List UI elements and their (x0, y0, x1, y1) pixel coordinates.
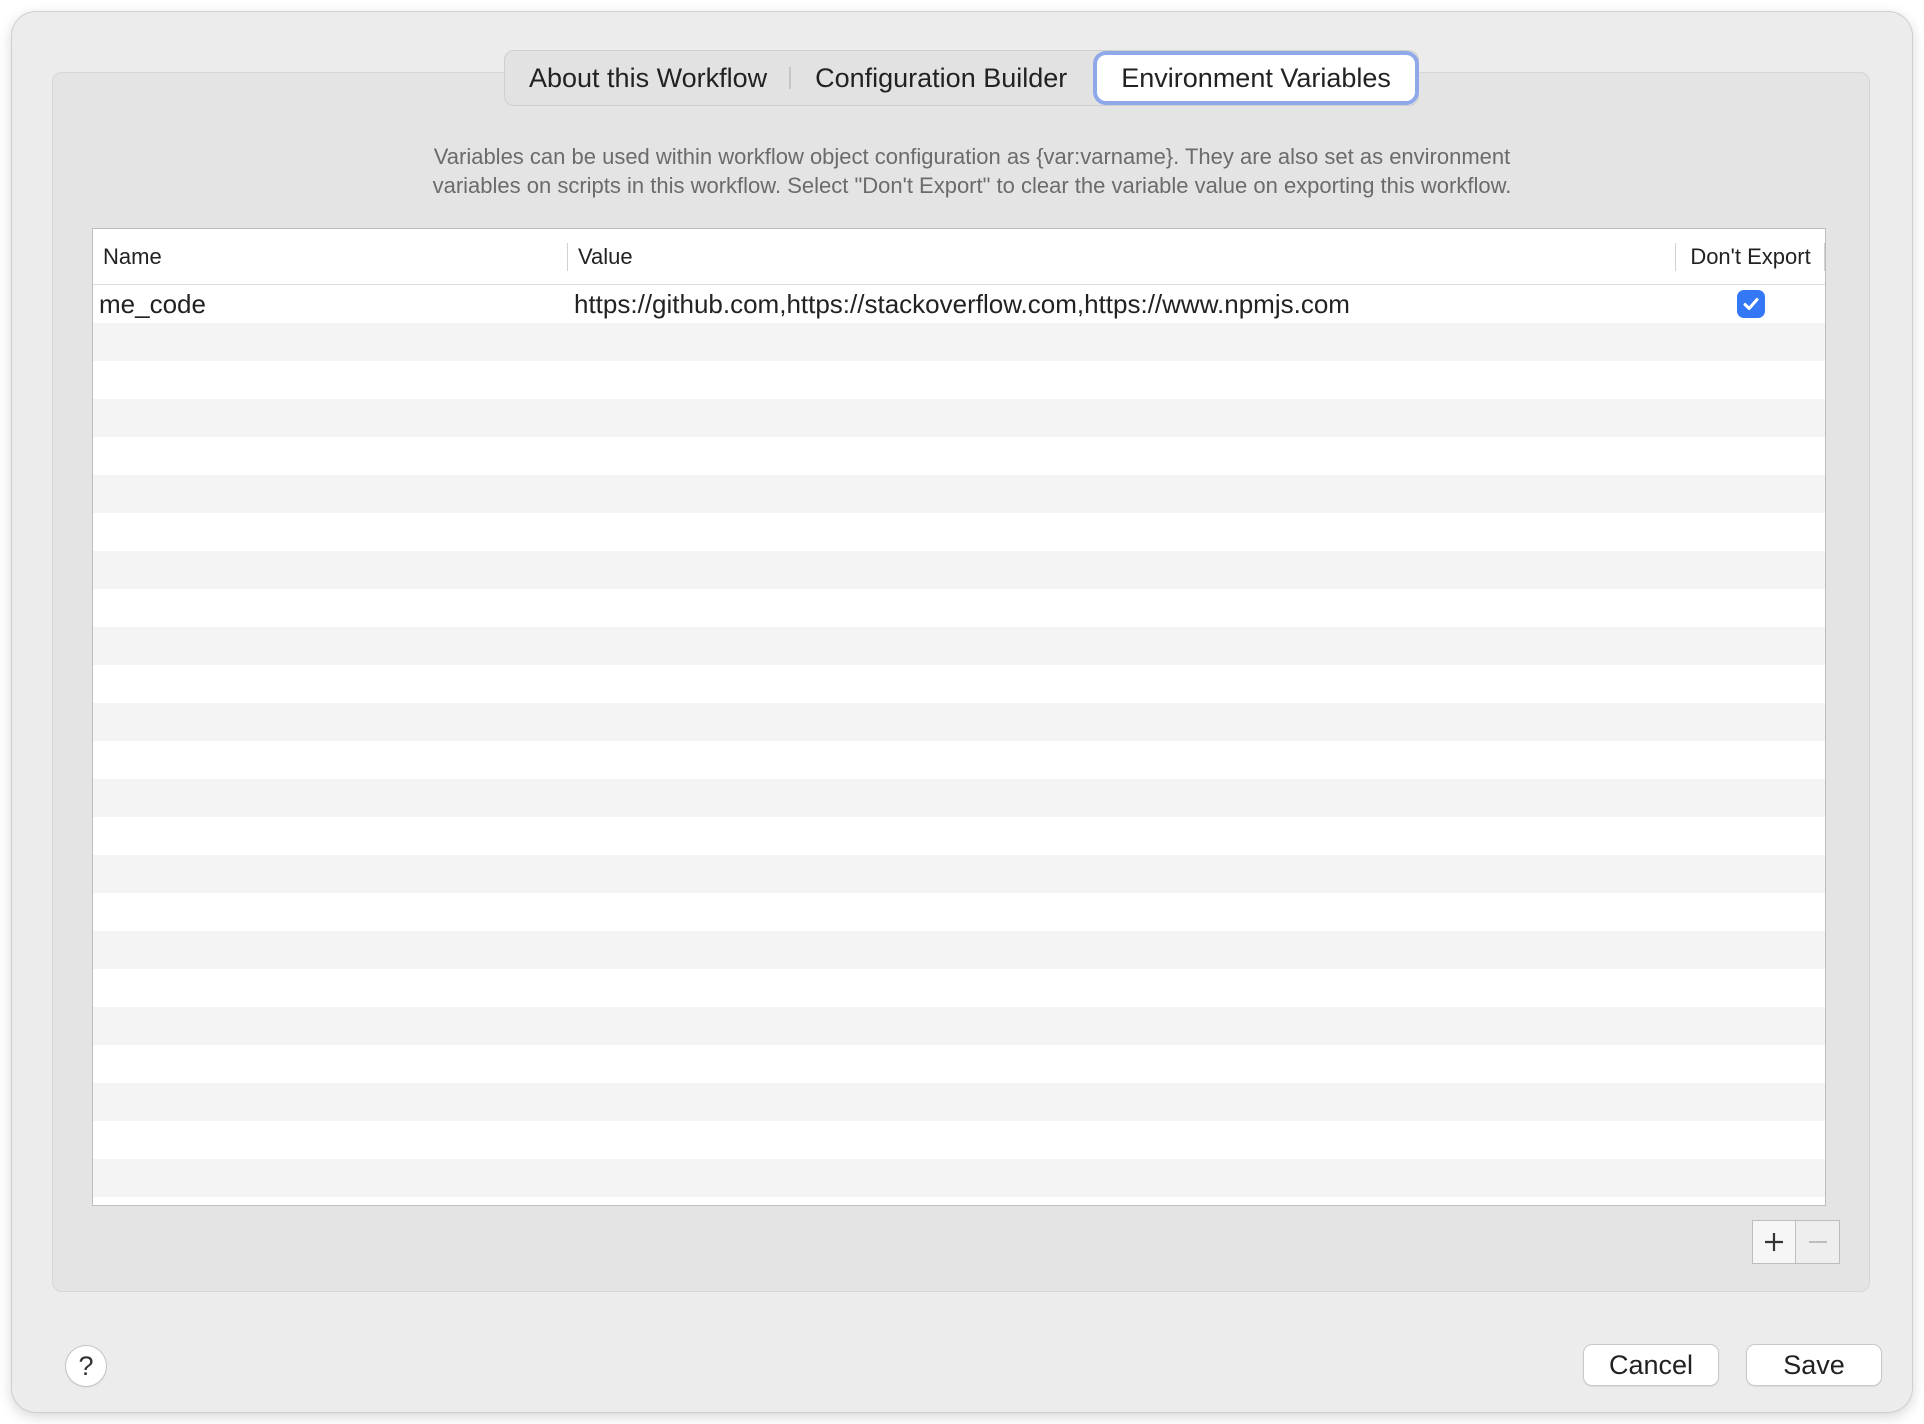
empty-table-row (93, 361, 1825, 399)
column-header-value[interactable]: Value (568, 229, 1676, 284)
save-button[interactable]: Save (1747, 1345, 1881, 1385)
empty-table-row (93, 931, 1825, 969)
empty-table-row (93, 1007, 1825, 1045)
table-body: me_code https://github.com,https://stack… (93, 285, 1825, 1205)
empty-table-row (93, 969, 1825, 1007)
empty-table-row (93, 399, 1825, 437)
empty-table-row (93, 817, 1825, 855)
remove-variable-button[interactable] (1796, 1221, 1839, 1263)
help-button[interactable]: ? (66, 1346, 106, 1386)
empty-table-row (93, 855, 1825, 893)
cancel-button[interactable]: Cancel (1584, 1345, 1718, 1385)
description-line-1: Variables can be used within workflow ob… (433, 144, 1511, 169)
plus-icon (1765, 1233, 1783, 1251)
description-text: Variables can be used within workflow ob… (192, 142, 1752, 200)
empty-table-row (93, 437, 1825, 475)
empty-table-row (93, 1121, 1825, 1159)
empty-table-row (93, 665, 1825, 703)
variables-table: Name Value Don't Export me_code https://… (92, 228, 1826, 1206)
tab-configuration-builder[interactable]: Configuration Builder (791, 55, 1091, 101)
empty-table-row (93, 627, 1825, 665)
description-line-2: variables on scripts in this workflow. S… (432, 173, 1512, 198)
column-header-name[interactable]: Name (93, 229, 568, 284)
minus-icon (1808, 1241, 1827, 1243)
empty-table-row (93, 551, 1825, 589)
empty-table-row (93, 893, 1825, 931)
empty-table-row (93, 1083, 1825, 1121)
empty-table-row (93, 1045, 1825, 1083)
tab-bar: About this Workflow Configuration Builde… (504, 50, 1419, 106)
workflow-configuration-dialog: About this Workflow Configuration Builde… (12, 12, 1912, 1412)
empty-table-row (93, 741, 1825, 779)
add-remove-control (1752, 1220, 1840, 1264)
table-row[interactable]: me_code https://github.com,https://stack… (93, 285, 1825, 323)
add-variable-button[interactable] (1753, 1221, 1797, 1263)
empty-table-row (93, 703, 1825, 741)
empty-table-row (93, 1197, 1825, 1205)
variable-name-cell[interactable]: me_code (93, 289, 568, 320)
variable-value-cell[interactable]: https://github.com,https://stackoverflow… (568, 289, 1676, 320)
empty-table-row (93, 589, 1825, 627)
empty-table-row (93, 513, 1825, 551)
tab-environment-variables[interactable]: Environment Variables (1097, 55, 1415, 101)
empty-table-row (93, 475, 1825, 513)
empty-table-row (93, 779, 1825, 817)
tab-about-this-workflow[interactable]: About this Workflow (505, 55, 792, 101)
dont-export-cell (1676, 290, 1825, 318)
empty-table-row (93, 323, 1825, 361)
dont-export-checkbox[interactable] (1736, 290, 1765, 318)
column-header-dont-export[interactable]: Don't Export (1676, 229, 1825, 284)
empty-table-row (93, 1159, 1825, 1197)
checkmark-icon (1743, 298, 1758, 310)
table-header: Name Value Don't Export (93, 229, 1825, 285)
